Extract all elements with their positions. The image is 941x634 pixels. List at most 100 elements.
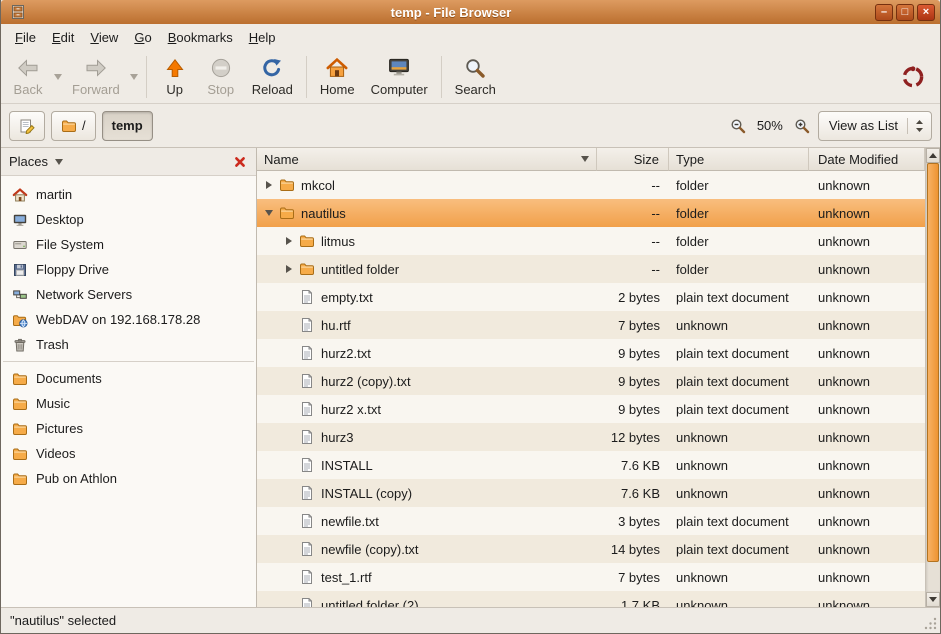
file-type: plain text document xyxy=(669,507,809,535)
reload-button[interactable]: Reload xyxy=(244,53,301,100)
file-row-empty-txt[interactable]: empty.txt2 bytesplain text documentunkno… xyxy=(257,283,925,311)
file-type: unknown xyxy=(669,311,809,339)
row-expander[interactable] xyxy=(281,237,297,245)
file-row-nautilus[interactable]: nautilus--folderunknown xyxy=(257,199,925,227)
reload-icon xyxy=(260,56,284,80)
stop-button-group: Stop xyxy=(198,53,244,100)
toolbar: BackForwardUpStopReloadHomeComputerSearc… xyxy=(1,50,940,104)
path-root-label: / xyxy=(82,118,86,133)
column-header-size[interactable]: Size xyxy=(597,148,669,171)
path-current-button[interactable]: temp xyxy=(102,111,153,141)
forward-label: Forward xyxy=(72,82,120,97)
menu-go[interactable]: Go xyxy=(126,26,159,49)
file-type: unknown xyxy=(669,591,809,607)
file-row-test-1-rtf[interactable]: test_1.rtf7 bytesunknownunknown xyxy=(257,563,925,591)
file-size: 7.6 KB xyxy=(597,479,669,507)
file-row-install[interactable]: INSTALL7.6 KBunknownunknown xyxy=(257,451,925,479)
folder-icon xyxy=(12,471,28,487)
view-mode-select[interactable]: View as List xyxy=(818,111,932,141)
file-size: 12 bytes xyxy=(597,423,669,451)
column-header-name[interactable]: Name xyxy=(257,148,597,171)
scrollbar-thumb[interactable] xyxy=(927,163,939,562)
up-button[interactable]: Up xyxy=(152,53,198,100)
file-row-hurz2-x-txt[interactable]: hurz2 x.txt9 bytesplain text documentunk… xyxy=(257,395,925,423)
file-row-hu-rtf[interactable]: hu.rtf7 bytesunknownunknown xyxy=(257,311,925,339)
row-expander[interactable] xyxy=(261,181,277,189)
file-browser-window: temp - File Browser –□× FileEditViewGoBo… xyxy=(0,0,941,634)
file-row-hurz2-copy-txt[interactable]: hurz2 (copy).txt9 bytesplain text docume… xyxy=(257,367,925,395)
sidebar-item-trash[interactable]: Trash xyxy=(1,332,256,357)
file-row-litmus[interactable]: litmus--folderunknown xyxy=(257,227,925,255)
sidebar-item-pub-on-athlon[interactable]: Pub on Athlon xyxy=(1,466,256,491)
file-row-newfile-txt[interactable]: newfile.txt3 bytesplain text documentunk… xyxy=(257,507,925,535)
sidebar-item-desktop[interactable]: Desktop xyxy=(1,207,256,232)
menu-bookmarks[interactable]: Bookmarks xyxy=(160,26,241,49)
file-date-modified: unknown xyxy=(809,283,925,311)
file-type: plain text document xyxy=(669,395,809,423)
sidebar-item-documents[interactable]: Documents xyxy=(1,366,256,391)
sidebar-item-network-servers[interactable]: Network Servers xyxy=(1,282,256,307)
folder-icon xyxy=(12,371,28,387)
sidebar-item-label: Music xyxy=(36,396,70,411)
menu-help[interactable]: Help xyxy=(241,26,284,49)
sidebar-item-file-system[interactable]: File System xyxy=(1,232,256,257)
text-file-icon xyxy=(299,485,315,501)
menu-view[interactable]: View xyxy=(82,26,126,49)
close-button[interactable]: × xyxy=(917,4,935,21)
view-mode-value: View as List xyxy=(829,118,898,133)
sidebar-item-floppy-drive[interactable]: Floppy Drive xyxy=(1,257,256,282)
file-row-newfile-copy-txt[interactable]: newfile (copy).txt14 bytesplain text doc… xyxy=(257,535,925,563)
file-name: untitled folder xyxy=(321,262,399,277)
resize-grip[interactable] xyxy=(924,617,938,631)
sidebar-item-music[interactable]: Music xyxy=(1,391,256,416)
toggle-location-entry-button[interactable] xyxy=(9,111,45,141)
scroll-up-button[interactable] xyxy=(926,148,940,163)
home-button-group: Home xyxy=(312,53,363,100)
file-row-install-copy[interactable]: INSTALL (copy)7.6 KBunknownunknown xyxy=(257,479,925,507)
sidebar-item-pictures[interactable]: Pictures xyxy=(1,416,256,441)
home-button[interactable]: Home xyxy=(312,53,363,100)
column-header-date-modified[interactable]: Date Modified xyxy=(809,148,925,171)
file-row-untitled-folder[interactable]: untitled folder--folderunknown xyxy=(257,255,925,283)
maximize-button[interactable]: □ xyxy=(896,4,914,21)
file-row-mkcol[interactable]: mkcol--folderunknown xyxy=(257,171,925,199)
sidebar-item-label: Network Servers xyxy=(36,287,132,302)
path-current-label: temp xyxy=(112,118,143,133)
menu-file[interactable]: File xyxy=(7,26,44,49)
menu-edit[interactable]: Edit xyxy=(44,26,82,49)
expand-arrow-icon xyxy=(286,265,292,273)
file-row-hurz3[interactable]: hurz312 bytesunknownunknown xyxy=(257,423,925,451)
scrollbar-track[interactable] xyxy=(926,163,940,592)
column-header-label: Type xyxy=(676,152,704,167)
search-button[interactable]: Search xyxy=(447,53,504,100)
sidebar-item-webdav-on-192-168-178-28[interactable]: WebDAV on 192.168.178.28 xyxy=(1,307,256,332)
computer-button[interactable]: Computer xyxy=(363,53,436,100)
file-name: hurz2.txt xyxy=(321,346,371,361)
titlebar[interactable]: temp - File Browser –□× xyxy=(1,0,940,24)
file-size: 9 bytes xyxy=(597,339,669,367)
collapse-arrow-icon xyxy=(265,210,273,216)
column-header-type[interactable]: Type xyxy=(669,148,809,171)
path-root-button[interactable]: / xyxy=(51,111,96,141)
file-row-untitled-folder-2[interactable]: untitled folder (2)1.7 KBunknownunknown xyxy=(257,591,925,607)
scroll-down-button[interactable] xyxy=(926,592,940,607)
vertical-scrollbar[interactable] xyxy=(925,148,940,607)
file-date-modified: unknown xyxy=(809,535,925,563)
file-row-hurz2-txt[interactable]: hurz2.txt9 bytesplain text documentunkno… xyxy=(257,339,925,367)
sidebar-item-videos[interactable]: Videos xyxy=(1,441,256,466)
sidebar-item-martin[interactable]: martin xyxy=(1,182,256,207)
file-type: unknown xyxy=(669,423,809,451)
zoom-in-button[interactable] xyxy=(792,116,812,136)
row-expander[interactable] xyxy=(261,210,277,216)
zoom-out-button[interactable] xyxy=(728,116,748,136)
text-file-icon xyxy=(299,401,315,417)
minimize-button[interactable]: – xyxy=(875,4,893,21)
toolbar-separator xyxy=(441,56,442,98)
text-file-icon xyxy=(299,457,315,473)
sidebar-close-button[interactable] xyxy=(232,154,248,170)
folder-icon xyxy=(279,205,295,221)
floppy-icon xyxy=(12,262,28,278)
places-selector[interactable]: Places xyxy=(9,154,63,169)
row-expander[interactable] xyxy=(281,265,297,273)
text-file-icon xyxy=(299,429,315,445)
